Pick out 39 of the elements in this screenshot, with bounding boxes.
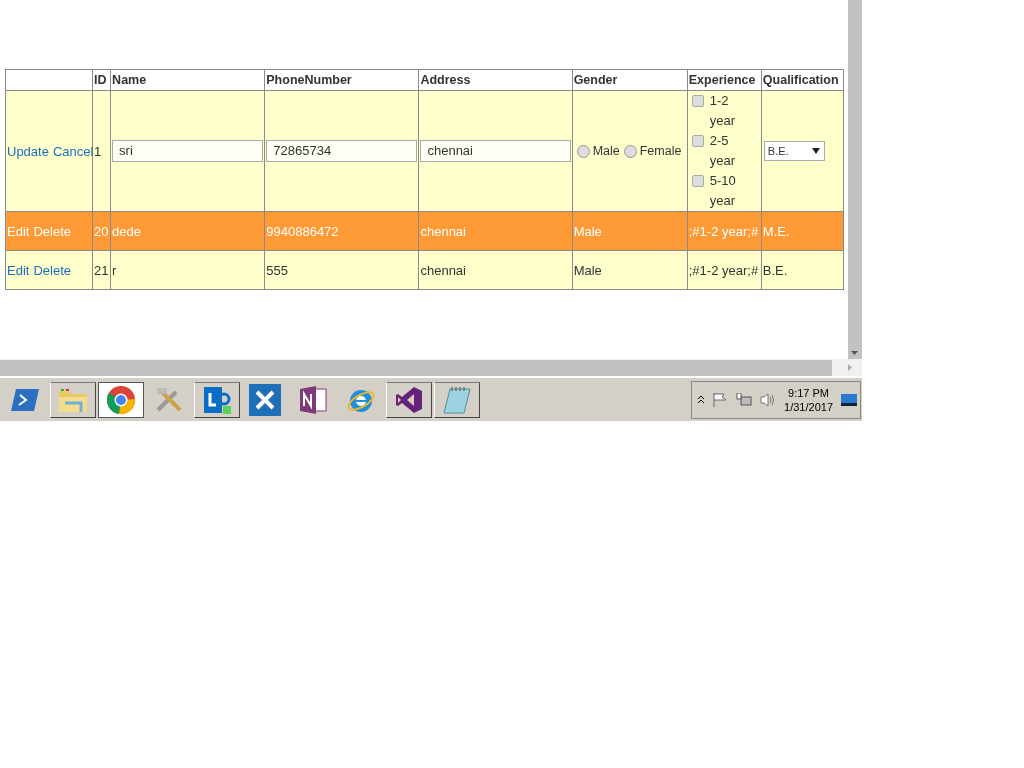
- name-field[interactable]: sri: [112, 140, 264, 162]
- column-header: ID: [94, 73, 107, 87]
- phone-text: 9940886472: [266, 223, 339, 239]
- id-text: 20: [94, 223, 109, 239]
- action-link[interactable]: Update: [7, 143, 49, 159]
- experience-text: ;#1-2 year;#: [688, 262, 759, 278]
- qualification-text: B.E.: [762, 262, 788, 278]
- id-text: 21: [94, 262, 109, 278]
- checkbox-label: 2-5 year: [709, 132, 737, 170]
- table-row[interactable]: Edit Delete 21 r 555 chennai Male ;#1-2 year;# B.E.: [5, 250, 844, 290]
- column-header: Gender: [573, 73, 618, 87]
- column-header: Experience: [688, 73, 756, 87]
- phone-field[interactable]: 72865734: [266, 140, 418, 162]
- radio-label: Female: [639, 144, 682, 158]
- clock-date[interactable]: 1/31/2017: [784, 399, 833, 414]
- radio-label: Male: [592, 144, 620, 158]
- qualification-dropdown[interactable]: B.E.: [763, 141, 825, 161]
- name-text: r: [112, 262, 117, 278]
- action-link[interactable]: Delete: [33, 262, 71, 278]
- column-header: Qualification: [762, 73, 839, 87]
- table-row[interactable]: Update Cancel1 sri 72865734 chennai Male Female 1-2 year 2-5 year 5-10 year B.E.: [5, 90, 844, 212]
- name-text: dede: [112, 223, 142, 239]
- phone-text: 555: [266, 262, 288, 278]
- gender-text: Male: [573, 223, 602, 239]
- action-link[interactable]: Edit: [7, 262, 30, 278]
- address-text: chennai: [420, 262, 466, 278]
- column-header: Address: [420, 73, 471, 87]
- gender-text: Male: [573, 262, 602, 278]
- column-header: PhoneNumber: [266, 73, 352, 87]
- experience-text: ;#1-2 year;#: [688, 223, 759, 239]
- checkbox-label: 1-2 year: [709, 92, 737, 130]
- qualification-text: M.E.: [762, 223, 790, 239]
- address-text: chennai: [420, 223, 466, 239]
- action-link[interactable]: Cancel: [52, 143, 94, 159]
- column-header: Name: [112, 73, 147, 87]
- clock-time[interactable]: 9:17 PM: [788, 385, 829, 400]
- address-field[interactable]: chennai: [420, 140, 571, 162]
- id-text: 1: [94, 143, 102, 159]
- checkbox-label: 5-10 year: [709, 172, 737, 210]
